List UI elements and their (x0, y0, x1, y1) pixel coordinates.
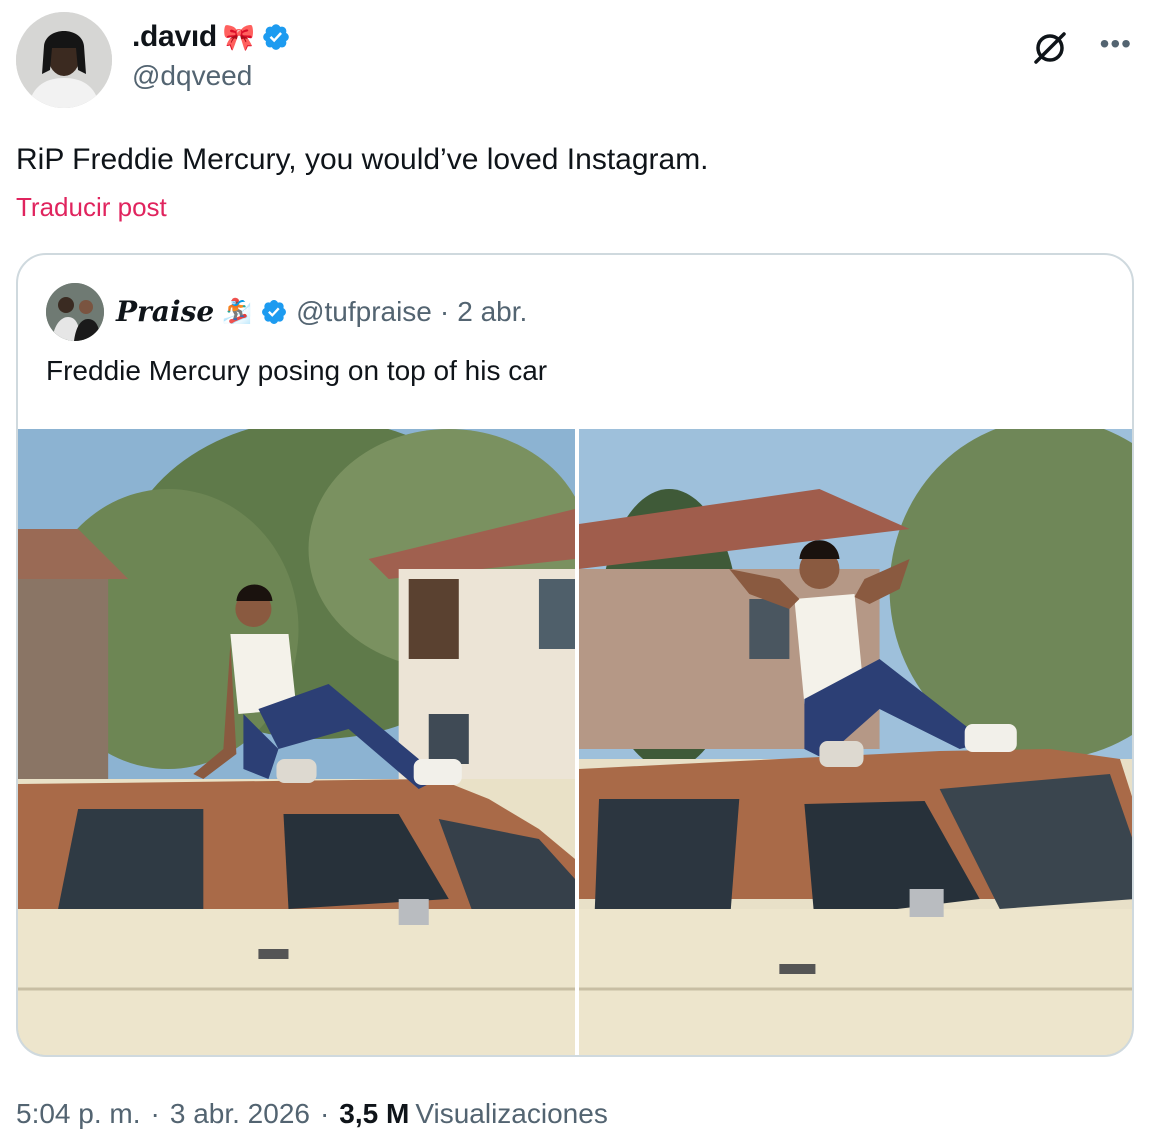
author-avatar[interactable] (16, 12, 112, 108)
photo-freddie-on-car-2[interactable] (579, 429, 1132, 1055)
post-meta: 5:04 p. m. · 3 abr. 2026 · 3,5 M Visuali… (16, 1098, 608, 1130)
quoted-handle[interactable]: @tufpraise (296, 296, 432, 328)
post-time[interactable]: 5:04 p. m. (16, 1098, 141, 1130)
ribbon-emoji: 🎀 (222, 21, 256, 52)
quoted-post[interactable]: Praise 🏂 @tufpraise · 2 abr. Freddie Mer… (16, 253, 1134, 1057)
quoted-media-grid (18, 429, 1132, 1055)
translate-post-link[interactable]: Traducir post (16, 192, 167, 223)
quoted-date[interactable]: 2 abr. (457, 296, 527, 328)
author-handle[interactable]: @dqveed (132, 60, 252, 92)
quoted-display-name[interactable]: Praise (116, 295, 214, 328)
quoted-author-avatar[interactable] (46, 283, 104, 341)
verified-badge-icon (263, 24, 290, 50)
grok-icon[interactable] (1030, 28, 1070, 68)
separator-dot: · (439, 295, 450, 327)
more-icon[interactable]: ••• (1100, 30, 1132, 58)
views-label[interactable]: Visualizaciones (415, 1098, 608, 1130)
verified-badge-icon (262, 299, 287, 324)
post-text: RiP Freddie Mercury, you would’ve loved … (16, 143, 709, 176)
separator-dot: · (150, 1098, 160, 1129)
post-date[interactable]: 3 abr. 2026 (170, 1098, 310, 1130)
author-display-name[interactable]: .davıd (132, 20, 217, 54)
views-count[interactable]: 3,5 M (339, 1098, 409, 1130)
photo-freddie-on-car-1[interactable] (18, 429, 575, 1055)
snowboarder-emoji: 🏂 (222, 298, 253, 325)
separator-dot: · (319, 1098, 330, 1129)
quoted-text: Freddie Mercury posing on top of his car (46, 355, 548, 386)
